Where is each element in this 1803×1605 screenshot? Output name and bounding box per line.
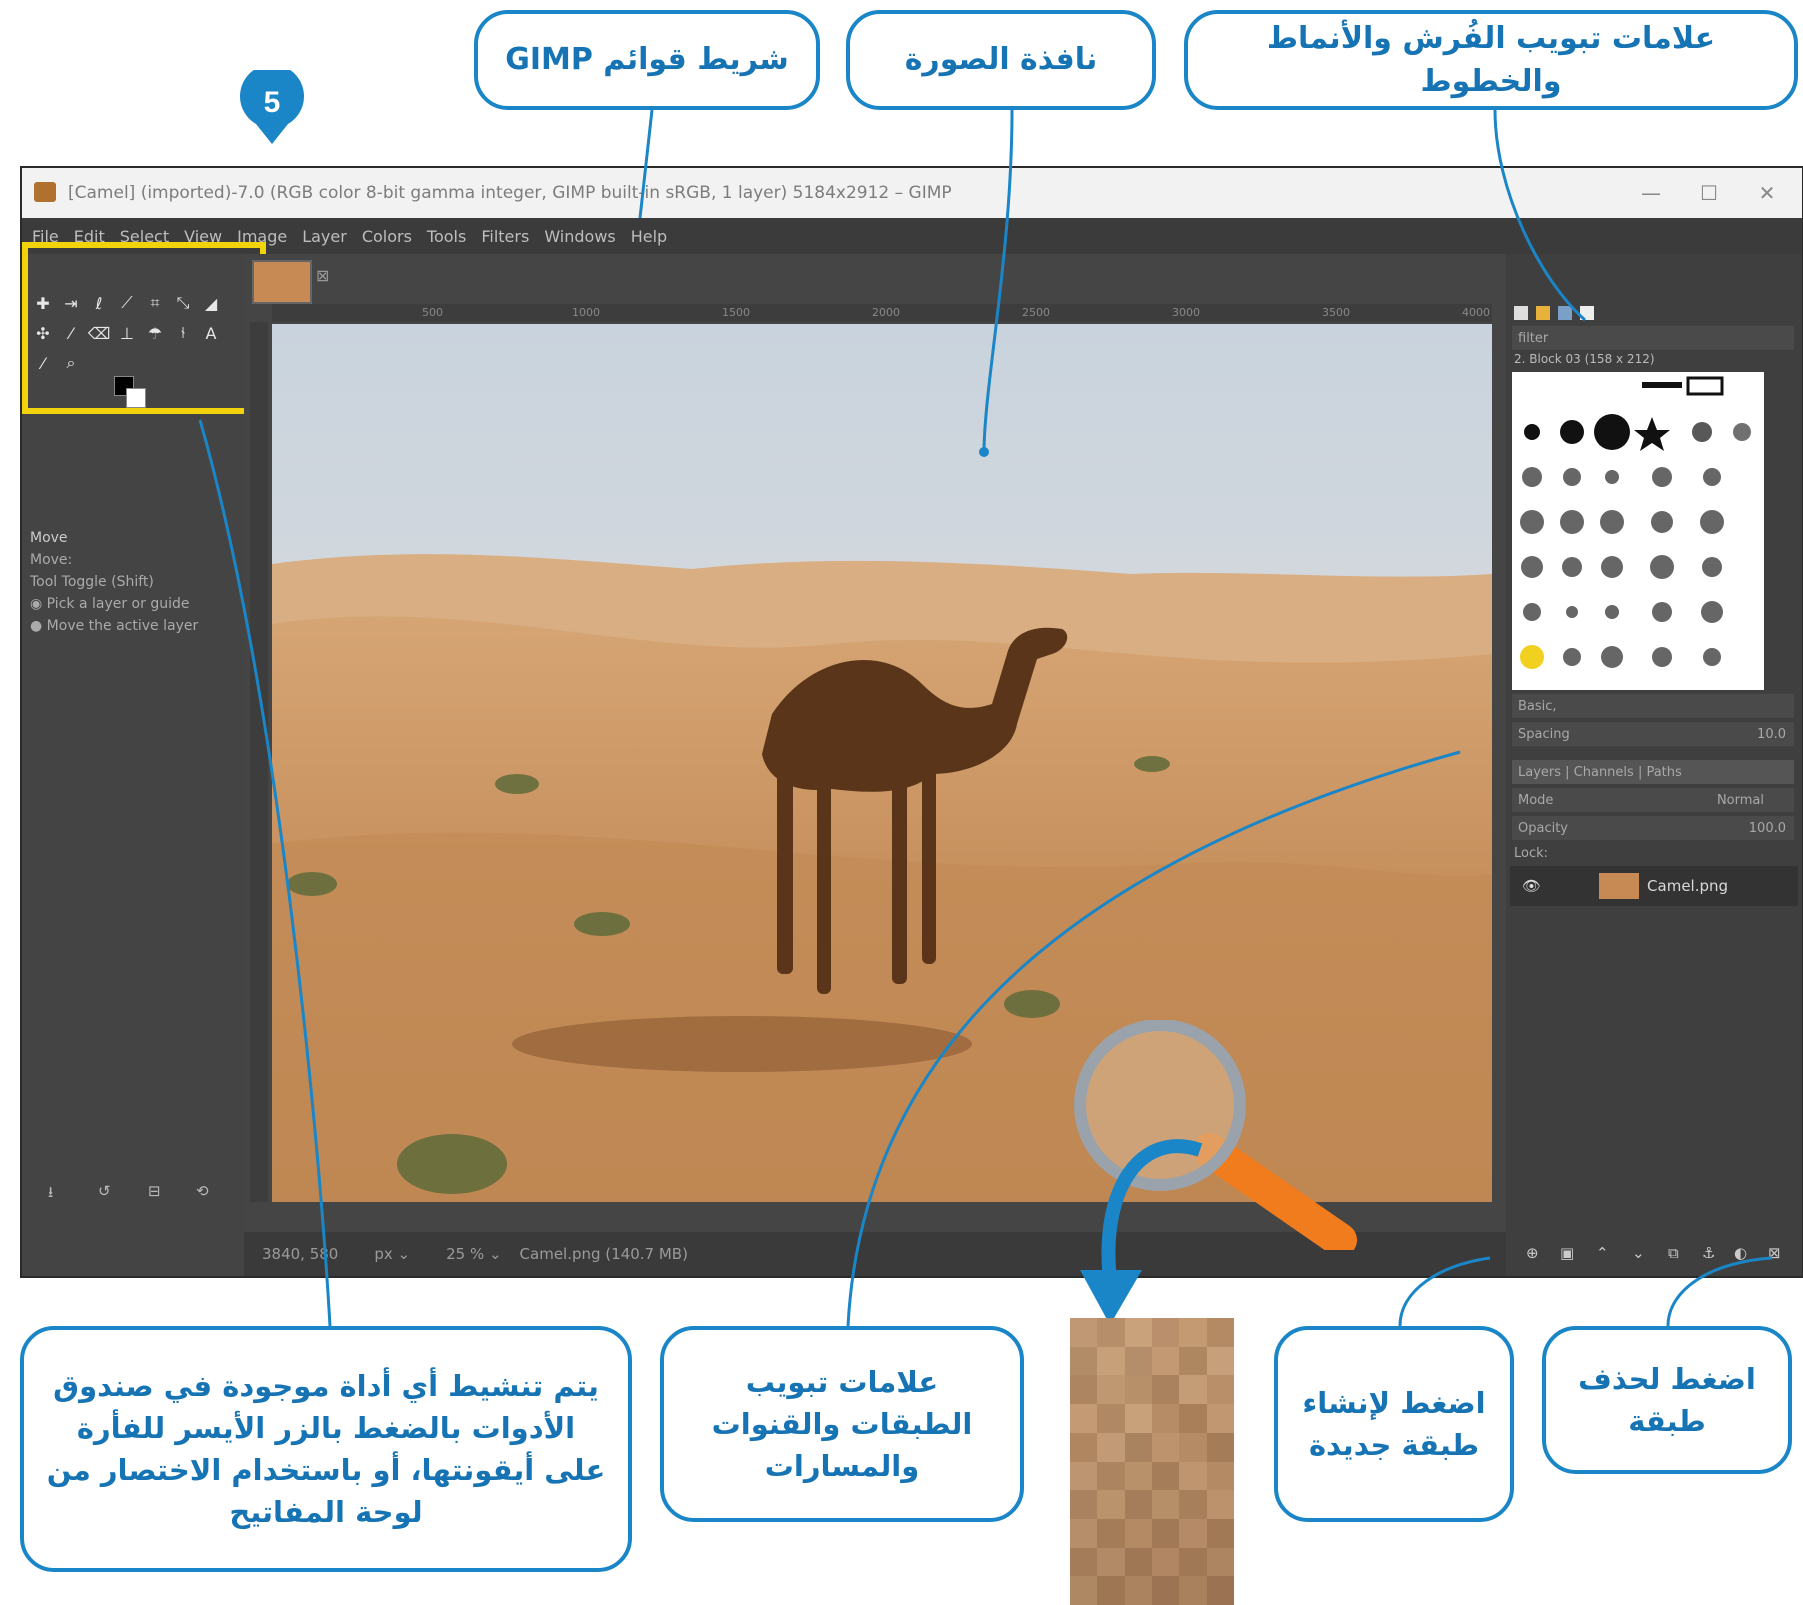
callout-delete-layer: اضغط لحذف طبقة — [1542, 1326, 1792, 1474]
callout-layers-tabs: علامات تبويب الطبقات والقنوات والمسارات — [660, 1326, 1024, 1522]
callout-toolbox: يتم تنشيط أي أداة موجودة في صندوق الأدوا… — [20, 1326, 632, 1572]
callout-new-layer: اضغط لإنشاء طبقة جديدة — [1274, 1326, 1514, 1522]
